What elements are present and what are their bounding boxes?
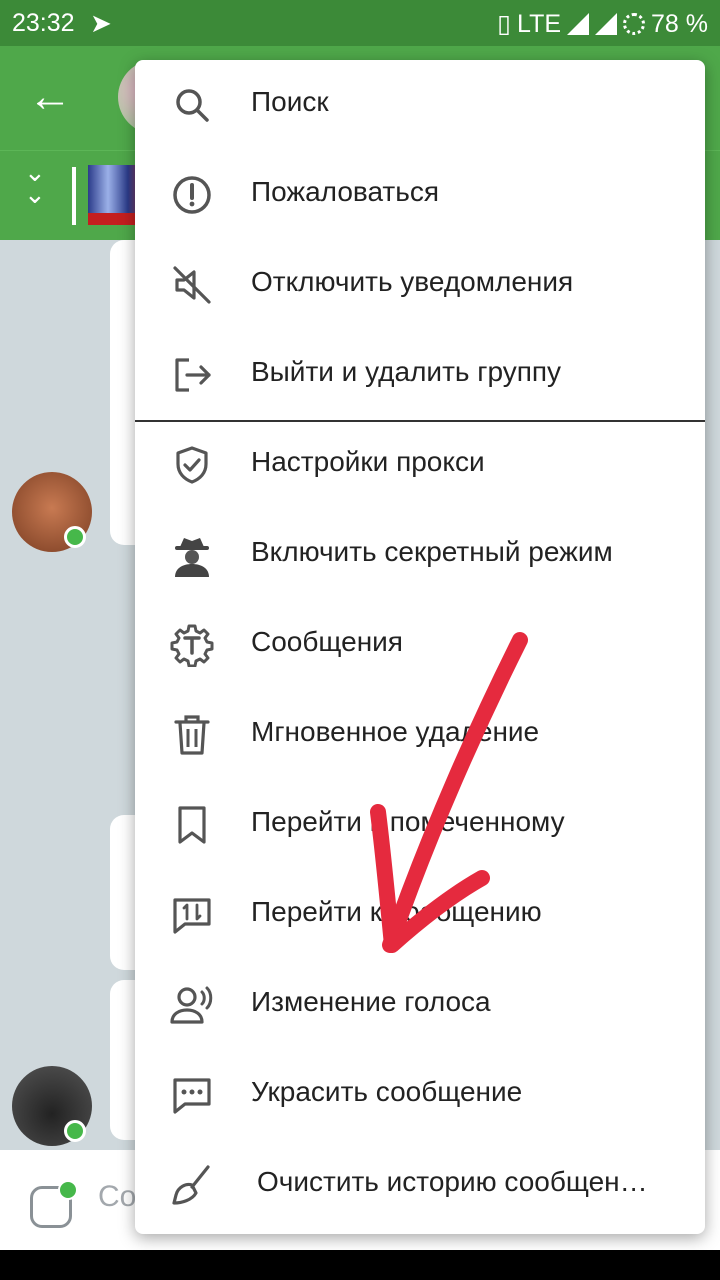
menu-item-label: Украсить сообщение [251, 1076, 523, 1107]
trash-icon [169, 712, 215, 758]
menu-item-mute[interactable]: Отключить уведомления [135, 240, 705, 330]
menu-item-label: Перейти к помеченному [251, 806, 565, 837]
menu-item-search[interactable]: Поиск [135, 60, 705, 150]
status-time: 23:32 [12, 9, 75, 37]
back-arrow-icon[interactable]: ← [28, 72, 78, 122]
shield-icon [169, 442, 215, 488]
goto-message-icon [169, 892, 215, 938]
pinned-indicator [72, 167, 76, 225]
network-type: LTE [517, 9, 562, 38]
menu-item-proxy-settings[interactable]: Настройки прокси [135, 420, 705, 510]
signal-icon-2 [595, 13, 618, 35]
sticker-notification-dot [58, 1180, 78, 1200]
search-icon [169, 82, 215, 128]
signal-icon [567, 13, 590, 35]
menu-item-label: Выйти и удалить группу [251, 356, 562, 387]
menu-item-label: Очистить историю сообщен… [257, 1166, 648, 1197]
menu-item-label: Перейти к сообщению [251, 896, 542, 927]
menu-item-label: Пожаловаться [251, 176, 440, 207]
decorate-message-icon [169, 1072, 215, 1118]
leave-icon [169, 352, 215, 398]
chevron-double-down-icon[interactable]: ⌄ ⌄ [24, 159, 46, 207]
report-icon [169, 172, 215, 218]
mute-icon [169, 262, 215, 308]
menu-item-messages[interactable]: Сообщения [135, 600, 705, 690]
menu-item-report[interactable]: Пожаловаться [135, 150, 705, 240]
status-bar: 23:32 ➤ ▯ LTE 78 % [0, 0, 720, 46]
menu-item-label: Включить секретный режим [251, 536, 613, 567]
menu-item-voice-change[interactable]: Изменение голоса [135, 960, 705, 1050]
voice-change-icon [169, 982, 215, 1028]
battery-level: 78 % [651, 9, 708, 38]
broom-icon [169, 1162, 215, 1208]
bookmark-icon [169, 802, 215, 848]
status-right: ▯ LTE 78 % [497, 9, 708, 39]
menu-item-secret-mode[interactable]: Включить секретный режим [135, 510, 705, 600]
menu-item-label: Поиск [251, 86, 329, 117]
menu-item-label: Настройки прокси [251, 446, 485, 477]
online-indicator [64, 526, 86, 548]
menu-item-label: Мгновенное удаление [251, 716, 540, 747]
screen: 23:32 ➤ ▯ LTE 78 % ← ⌄ ⌄ Со Поиск Пожало… [0, 0, 720, 1280]
menu-item-label: Сообщения [251, 626, 403, 657]
send-icon: ➤ [90, 8, 112, 38]
gear-t-icon [169, 622, 215, 668]
menu-item-goto-marked[interactable]: Перейти к помеченному [135, 780, 705, 870]
chat-options-menu: Поиск Пожаловаться Отключить уведомления… [135, 60, 705, 1234]
menu-item-leave-group[interactable]: Выйти и удалить группу [135, 330, 705, 420]
menu-item-label: Изменение голоса [251, 986, 491, 1017]
online-indicator [64, 1120, 86, 1142]
menu-item-instant-delete[interactable]: Мгновенное удаление [135, 690, 705, 780]
menu-item-goto-message[interactable]: Перейти к сообщению [135, 870, 705, 960]
spy-icon [169, 532, 215, 578]
menu-item-clear-history[interactable]: Очистить историю сообщен… [135, 1140, 705, 1230]
message-input[interactable]: Со [98, 1180, 136, 1214]
vibrate-icon: ▯ [497, 10, 512, 38]
navigation-bar [0, 1250, 720, 1280]
menu-item-label: Отключить уведомления [251, 266, 574, 297]
menu-item-decorate-message[interactable]: Украсить сообщение [135, 1050, 705, 1140]
battery-saver-icon [623, 13, 646, 35]
